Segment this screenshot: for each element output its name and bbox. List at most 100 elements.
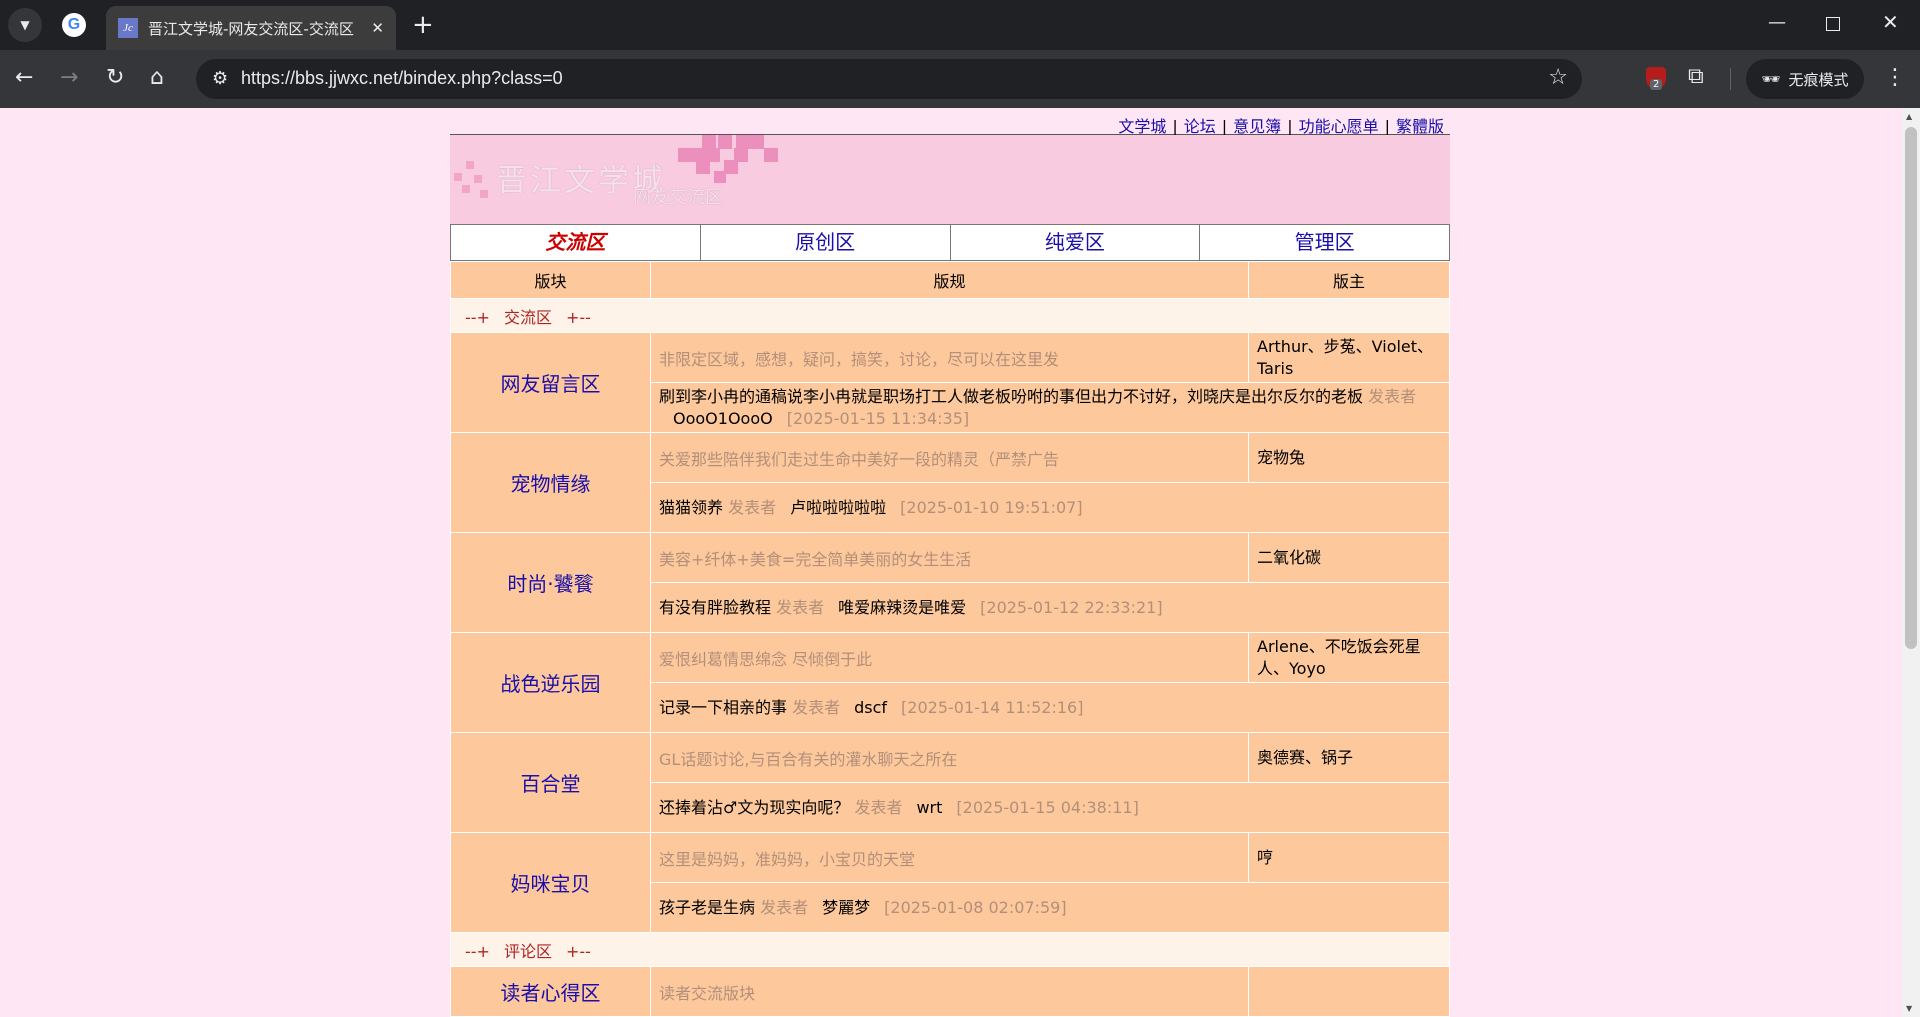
forum-name-cell: 宠物情缘 (450, 432, 651, 533)
forum-row: 读者心得区 读者交流版块 (450, 966, 1450, 1017)
forum-link[interactable]: 百合堂 (521, 772, 581, 796)
browser-toolbar: ← → ↻ ⌂ ⚙ https://bbs.jjwxc.net/bindex.p… (0, 50, 1920, 108)
post-author[interactable]: OooO1OooO (673, 409, 773, 428)
more-menu-icon[interactable]: ⋮ (1884, 64, 1906, 92)
header-rules: 版规 (650, 261, 1249, 299)
banner-square (696, 160, 710, 174)
link-separator: | (1172, 117, 1178, 136)
forum-link[interactable]: 网友留言区 (501, 372, 601, 396)
forum-name-cell: 时尚·饕餮 (450, 532, 651, 633)
banner-square (736, 135, 750, 149)
posted-by-label: 发表者 (792, 697, 841, 717)
extensions-puzzle-icon[interactable]: ⧉ (1688, 63, 1704, 91)
forum-link[interactable]: 妈咪宝贝 (511, 872, 591, 896)
browser-tab-strip: ▼ G Jc 晋江文学城-网友交流区-交流区 ✕ + — ✕ (0, 0, 1920, 50)
posted-by-label: 发表者 (776, 597, 825, 617)
site-favicon-icon: Jc (118, 18, 138, 38)
latest-post: 记录一下相亲的事 发表者 dscf [2025-01-14 11:52:16] (650, 682, 1450, 733)
section-link[interactable]: 交流区 (504, 308, 552, 327)
top-link[interactable]: 论坛 (1178, 117, 1222, 136)
forum-row: 战色逆乐园 爱恨纠葛情思绵念 尽倾倒于此 Arlene、不吃饭会死星人、Yoyo (450, 632, 1450, 733)
forum-moderators (1248, 966, 1450, 1017)
tab-title: 晋江文学城-网友交流区-交流区 (148, 19, 354, 38)
post-date: [2025-01-14 11:52:16] (901, 697, 1084, 717)
browser-tab[interactable]: Jc 晋江文学城-网友交流区-交流区 ✕ (106, 6, 396, 50)
forum-link[interactable]: 宠物情缘 (511, 472, 591, 496)
post-author[interactable]: wrt (916, 798, 942, 817)
section-suffix: +-- (565, 941, 591, 961)
banner-square (678, 148, 692, 162)
forum-link[interactable]: 时尚·饕餮 (507, 572, 593, 596)
section-header: --+ 交流区 +-- (450, 298, 1450, 333)
forum-row: 时尚·饕餮 美容+纤体+美食=完全简单美丽的女生生活 二氧化碳 (450, 532, 1450, 633)
top-link[interactable]: 文学城 (1112, 117, 1172, 136)
forum-row: 妈咪宝贝 这里是妈妈，准妈妈，小宝贝的天堂哼 (450, 832, 1450, 933)
restore-window-icon[interactable] (1826, 17, 1840, 31)
back-arrow-icon[interactable]: ← (15, 64, 33, 92)
google-icon[interactable]: G (62, 13, 86, 37)
close-window-icon[interactable]: ✕ (1882, 10, 1899, 34)
post-author[interactable]: 唯爱麻辣烫是唯爱 (838, 598, 966, 617)
tab-search-chevron-icon[interactable]: ▼ (8, 8, 42, 42)
post-date: [2025-01-15 04:38:11] (956, 797, 1139, 817)
address-bar[interactable]: ⚙ https://bbs.jjwxc.net/bindex.php?class… (196, 59, 1582, 99)
scrollbar-thumb[interactable] (1905, 127, 1917, 649)
latest-post: 有没有胖脸教程 发表者 唯爱麻辣烫是唯爱 [2025-01-12 22:33:21] (650, 582, 1450, 633)
scroll-down-arrow-icon[interactable]: ▼ (1906, 1004, 1912, 1013)
incognito-icon: 🕶 (1761, 70, 1781, 88)
latest-post: 孩子老是生病 发表者 梦麗梦 [2025-01-08 02:07:59] (650, 882, 1450, 933)
section-suffix: +-- (565, 307, 591, 327)
top-link[interactable]: 功能心愿单 (1293, 117, 1385, 136)
latest-post-title[interactable]: 还捧着沾♂文为现实向呢？ (659, 798, 849, 817)
post-date: [2025-01-15 11:34:35] (786, 408, 970, 428)
banner-subtitle: 网友交流区 (633, 187, 723, 208)
vertical-scrollbar[interactable]: ▲ ▼ (1902, 108, 1920, 1017)
tab-2[interactable]: 原创区 (700, 225, 951, 260)
banner-square (462, 185, 470, 193)
forum-rules: 这里是妈妈，准妈妈，小宝贝的天堂 (650, 832, 1249, 883)
latest-post-title[interactable]: 孩子老是生病 (659, 898, 755, 917)
tab-1[interactable]: 交流区 (451, 225, 701, 260)
top-link[interactable]: 意见簿 (1227, 117, 1287, 136)
site-settings-icon[interactable]: ⚙ (212, 68, 228, 89)
forum-link[interactable]: 战色逆乐园 (501, 672, 601, 696)
post-author[interactable]: 梦麗梦 (822, 898, 870, 917)
latest-post-title[interactable]: 猫猫领养 (659, 498, 723, 517)
banner-square (480, 190, 488, 198)
post-author[interactable]: dscf (854, 698, 887, 717)
incognito-button[interactable]: 🕶 无痕模式 (1746, 59, 1864, 99)
link-separator: | (1287, 117, 1293, 136)
banner-square (750, 135, 764, 149)
forward-arrow-icon[interactable]: → (60, 64, 78, 92)
url-text[interactable]: https://bbs.jjwxc.net/bindex.php?class=0 (241, 68, 563, 89)
reload-icon[interactable]: ↻ (106, 64, 124, 92)
minimize-window-icon[interactable]: — (1768, 12, 1786, 33)
forum-row: 网友留言区 非限定区域，感想，疑问，搞笑，讨论，尽可以在这里发 Arthur、步菟、… (450, 332, 1450, 433)
latest-post-title[interactable]: 记录一下相亲的事 (659, 698, 787, 717)
post-date: [2025-01-10 19:51:07] (900, 497, 1083, 517)
section-row: --+ 交流区 +-- (450, 298, 1450, 333)
banner-square (714, 171, 726, 183)
tab-4[interactable]: 管理区 (1200, 225, 1449, 260)
toolbar-divider (1730, 68, 1731, 90)
posted-by-label: 发表者 (728, 497, 777, 517)
tab-3[interactable]: 纯爱区 (950, 225, 1201, 260)
forum-name-cell: 百合堂 (450, 732, 651, 833)
section-link[interactable]: 评论区 (504, 942, 552, 961)
section-prefix: --+ (465, 307, 490, 327)
bookmark-star-icon[interactable]: ☆ (1548, 65, 1568, 90)
forum-row: 百合堂 GL话题讨论,与百合有关的灌水聊天之所在 奥德赛、锅子 (450, 732, 1450, 833)
top-link[interactable]: 繁體版 (1390, 117, 1450, 136)
post-author[interactable]: 卢啦啦啦啦啦 (790, 498, 886, 517)
forum-link[interactable]: 读者心得区 (501, 981, 601, 1005)
scroll-up-arrow-icon[interactable]: ▲ (1906, 112, 1912, 121)
home-icon[interactable]: ⌂ (150, 64, 164, 92)
forum-name-cell: 网友留言区 (450, 332, 651, 433)
close-tab-icon[interactable]: ✕ (371, 19, 384, 37)
new-tab-icon[interactable]: + (412, 10, 434, 40)
latest-post-title[interactable]: 有没有胖脸教程 (659, 598, 771, 617)
incognito-label: 无痕模式 (1788, 70, 1849, 89)
latest-post-title[interactable]: 刷到李小冉的通稿说李小冉就是职场打工人做老板吩咐的事但出力不讨好，刘晓庆是出尔反… (659, 387, 1363, 406)
forum-rules: 非限定区域，感想，疑问，搞笑，讨论，尽可以在这里发 (650, 332, 1249, 383)
post-date: [2025-01-08 02:07:59] (884, 897, 1067, 917)
